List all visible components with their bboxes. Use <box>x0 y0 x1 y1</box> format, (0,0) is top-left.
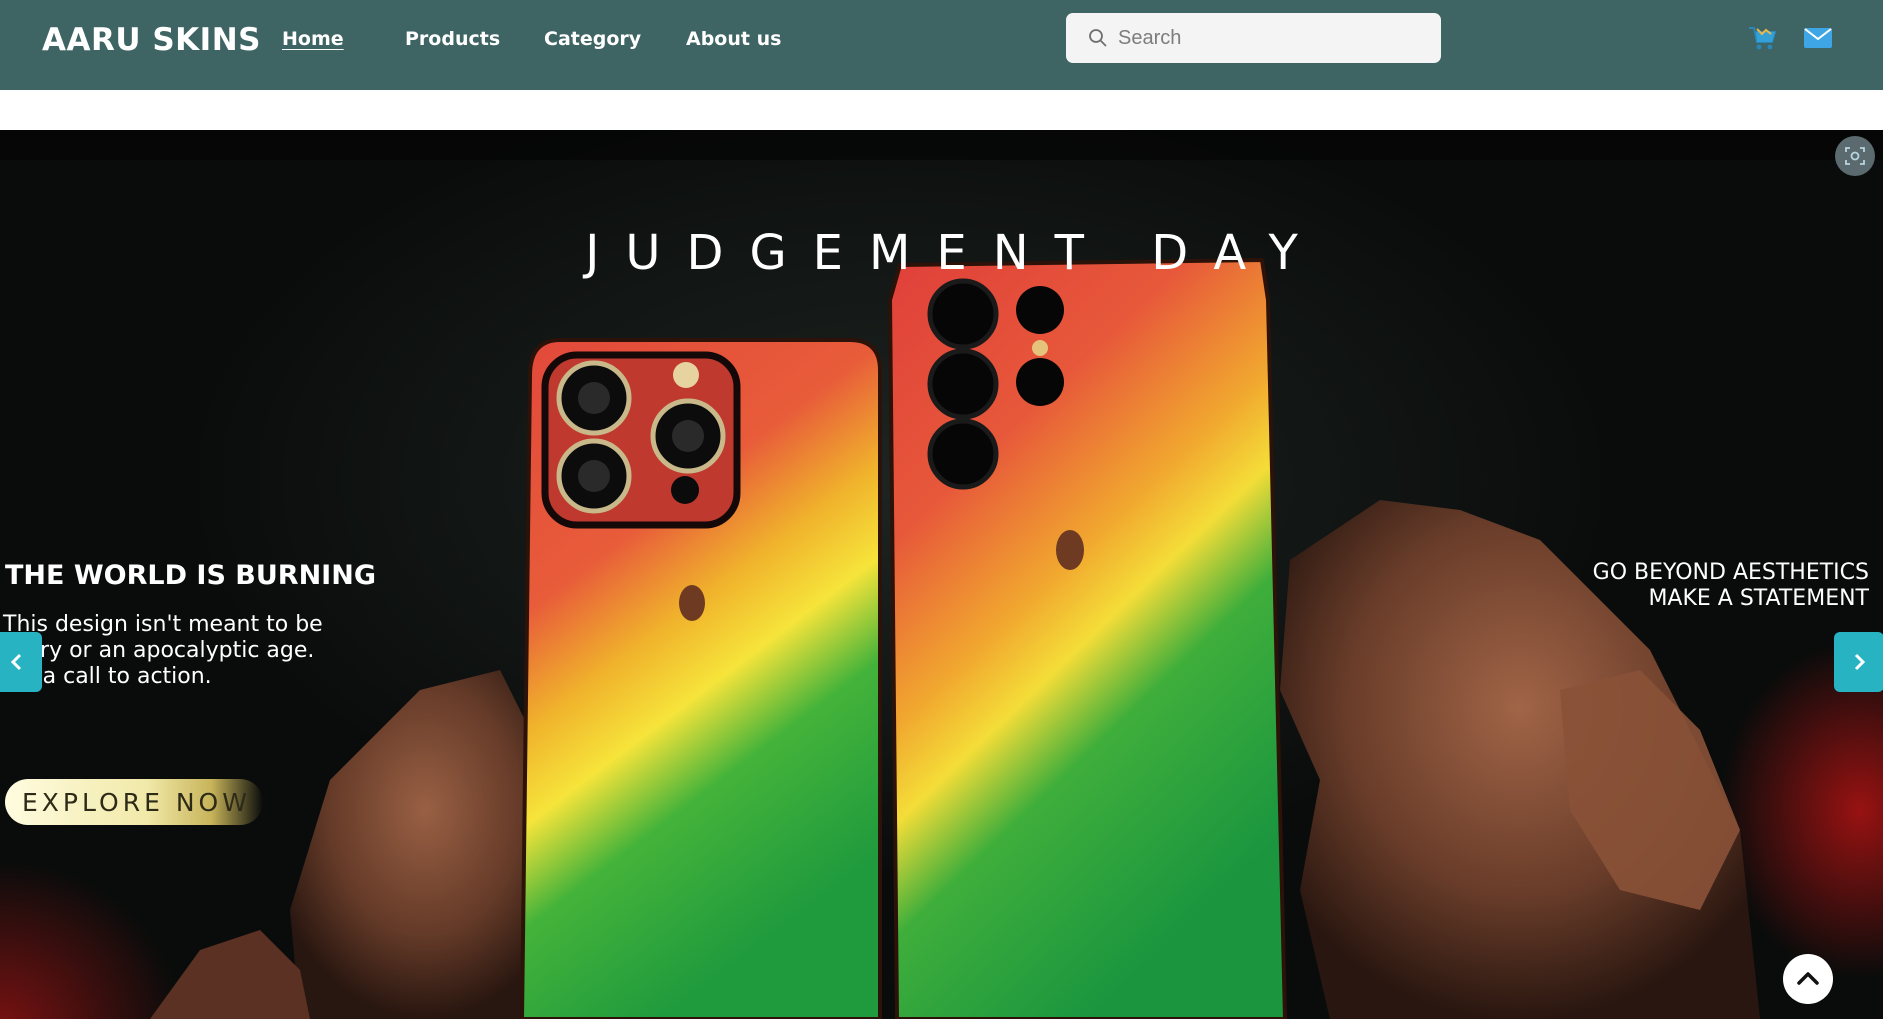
nav-link-about-us[interactable]: About us <box>686 28 781 50</box>
nav-link-products[interactable]: Products <box>405 28 500 50</box>
mail-icon[interactable] <box>1804 28 1832 48</box>
hero-left-body: This design isn't meant to be scary or a… <box>3 612 323 689</box>
explore-now-button[interactable]: EXPLORE NOW <box>5 779 263 825</box>
lens-icon[interactable] <box>1835 136 1875 176</box>
search-box[interactable] <box>1066 13 1441 63</box>
brand-logo[interactable]: AARU SKINS <box>42 22 261 58</box>
nav-link-home[interactable]: Home <box>282 28 344 50</box>
carousel-next-button[interactable] <box>1834 632 1883 692</box>
chevron-right-icon <box>1854 653 1866 671</box>
scroll-to-top-button[interactable] <box>1783 954 1833 1004</box>
search-input[interactable] <box>1118 22 1418 54</box>
hero-right-line-1: GO BEYOND AESTHETICS <box>1592 560 1869 585</box>
top-navbar: AARU SKINS Home Products Category About … <box>0 0 1883 90</box>
hero-left-heading: THE WORLD IS BURNING <box>5 560 376 591</box>
cart-icon[interactable] <box>1748 25 1778 51</box>
nav-link-category[interactable]: Category <box>544 28 641 50</box>
hero-right-line-2: MAKE A STATEMENT <box>1648 586 1869 611</box>
chevron-up-icon <box>1797 972 1819 985</box>
hero-title: JUDGEMENT DAY <box>585 225 1324 281</box>
search-icon <box>1089 29 1107 47</box>
hero-right-text: GO BEYOND AESTHETICS MAKE A STATEMENT <box>1593 560 1869 612</box>
hero-banner[interactable]: JUDGEMENT DAY THE WORLD IS BURNING This … <box>0 130 1883 1019</box>
carousel-prev-button[interactable] <box>0 632 42 692</box>
chevron-left-icon <box>10 653 22 671</box>
